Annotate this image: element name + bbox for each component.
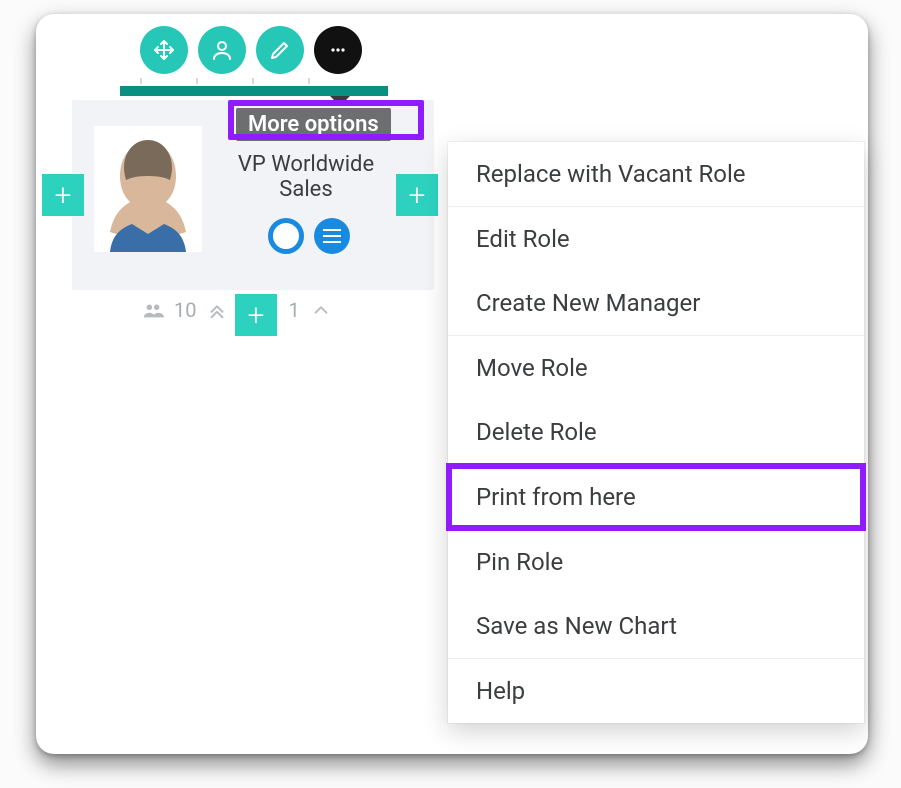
context-menu: Replace with Vacant RoleEdit RoleCreate … xyxy=(448,142,864,723)
toolbar-edit-button[interactable] xyxy=(256,26,304,74)
toolbar-ticks xyxy=(140,78,362,84)
card-chips xyxy=(268,218,350,254)
menu-group: Move RoleDelete Role xyxy=(448,336,864,465)
toolbar-person-button[interactable] xyxy=(198,26,246,74)
add-left-button[interactable]: + xyxy=(42,174,84,216)
menu-group: Edit RoleCreate New Manager xyxy=(448,207,864,336)
toolbar-move-button[interactable] xyxy=(140,26,188,74)
pencil-icon xyxy=(268,38,292,62)
role-title: VP Worldwide Sales xyxy=(218,152,394,203)
org-card-area: More options VP Worldwide Sales + + 10 xyxy=(42,14,450,344)
lines-icon xyxy=(323,235,341,237)
menu-group: Help xyxy=(448,659,864,723)
menu-item[interactable]: Move Role xyxy=(448,336,864,400)
people-count: 10 xyxy=(174,298,196,322)
add-bottom-button[interactable]: + xyxy=(235,294,277,336)
stage: More options VP Worldwide Sales + + 10 xyxy=(0,0,901,788)
levels-count: 1 xyxy=(288,298,299,322)
menu-item[interactable]: Help xyxy=(448,659,864,723)
menu-item[interactable]: Save as New Chart xyxy=(448,594,864,658)
people-icon xyxy=(142,299,164,321)
chevron-up-icon[interactable] xyxy=(310,299,332,321)
move-icon xyxy=(152,38,176,62)
menu-group: Replace with Vacant Role xyxy=(448,142,864,207)
menu-item[interactable]: Edit Role xyxy=(448,207,864,271)
card-toolbar xyxy=(140,26,362,74)
ring-icon[interactable] xyxy=(268,218,304,254)
menu-item[interactable]: Create New Manager xyxy=(448,271,864,335)
avatar xyxy=(94,126,202,252)
avatar-placeholder-icon xyxy=(94,126,202,252)
detail-view-button[interactable] xyxy=(314,218,350,254)
person-icon xyxy=(210,38,234,62)
menu-item[interactable]: Pin Role xyxy=(448,530,864,594)
menu-group: Print from here xyxy=(448,465,864,530)
menu-item[interactable]: Delete Role xyxy=(448,400,864,464)
menu-item[interactable]: Replace with Vacant Role xyxy=(448,142,864,206)
more-options-tooltip: More options xyxy=(236,108,391,141)
collapse-up-icon[interactable] xyxy=(206,299,228,321)
toolbar-more-button[interactable] xyxy=(314,26,362,74)
add-right-button[interactable]: + xyxy=(396,174,438,216)
more-icon xyxy=(326,38,350,62)
menu-group: Pin RoleSave as New Chart xyxy=(448,530,864,659)
card-accent-bar xyxy=(120,86,388,96)
menu-item[interactable]: Print from here xyxy=(448,465,864,529)
app-window: More options VP Worldwide Sales + + 10 xyxy=(36,14,868,754)
